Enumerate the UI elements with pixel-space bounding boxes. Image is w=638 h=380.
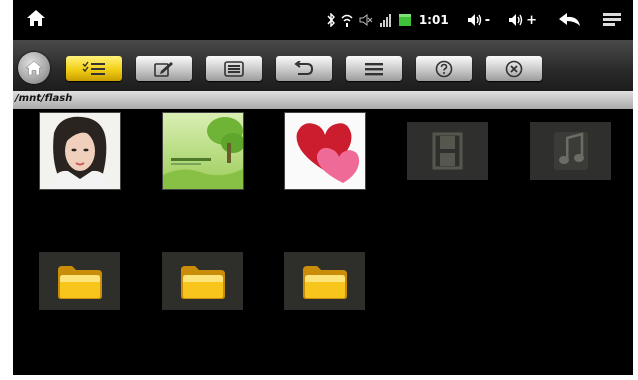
folder-item[interactable] <box>284 252 365 310</box>
house-icon <box>26 61 42 75</box>
path-bar: /mnt/flash <box>13 91 633 109</box>
music-note-icon <box>554 132 588 170</box>
status-icons: 1:01 - + <box>321 0 633 40</box>
folder-item[interactable] <box>162 252 243 310</box>
volume-up-label: + <box>526 12 537 28</box>
menu-lines-icon <box>365 62 383 75</box>
status-bar: 1:01 - + <box>13 0 633 40</box>
edit-icon <box>154 61 173 77</box>
undo-button[interactable] <box>276 56 332 81</box>
folder-item[interactable] <box>39 252 120 310</box>
folder-icon <box>180 266 225 299</box>
menu-icon[interactable] <box>603 13 621 27</box>
volume-down-label: - <box>484 12 491 28</box>
list-view-button[interactable] <box>206 56 262 81</box>
video-file[interactable] <box>407 122 488 180</box>
bluetooth-icon <box>327 13 335 27</box>
image-file-hearts[interactable] <box>284 112 366 190</box>
speaker-muted-icon <box>359 13 373 27</box>
menu-button[interactable] <box>346 56 402 81</box>
volume-down-button[interactable]: - <box>467 13 490 28</box>
toolbar <box>13 40 633 91</box>
image-file-green[interactable] <box>162 112 245 190</box>
signal-icon <box>379 13 393 27</box>
hearts-thumbnail <box>285 113 365 189</box>
volume-up-button[interactable]: + <box>508 13 537 28</box>
edit-button[interactable] <box>136 56 192 81</box>
close-icon <box>505 60 523 77</box>
help-button[interactable] <box>416 56 472 81</box>
help-icon <box>435 60 453 77</box>
current-path: /mnt/flash <box>15 93 73 104</box>
wifi-icon <box>341 13 353 27</box>
folder-icon <box>57 266 102 299</box>
multi-select-button[interactable] <box>66 56 122 81</box>
checklist-icon <box>82 61 105 75</box>
folder-icon <box>302 266 347 299</box>
film-icon <box>432 132 463 170</box>
list-view-icon <box>224 60 244 77</box>
home-button[interactable] <box>18 52 50 84</box>
portrait-thumbnail <box>40 113 120 189</box>
green-tree-thumbnail <box>163 113 245 189</box>
close-button[interactable] <box>486 56 542 81</box>
undo-icon <box>294 60 314 75</box>
battery-icon <box>398 14 411 26</box>
clock-time: 1:01 <box>418 13 449 27</box>
image-file-portrait[interactable] <box>39 112 121 190</box>
home-icon[interactable] <box>27 10 45 30</box>
back-arrow-icon[interactable] <box>559 13 581 27</box>
music-file[interactable] <box>530 122 611 180</box>
file-browser-screen: 1:01 - + /mnt/flash <box>13 0 633 375</box>
